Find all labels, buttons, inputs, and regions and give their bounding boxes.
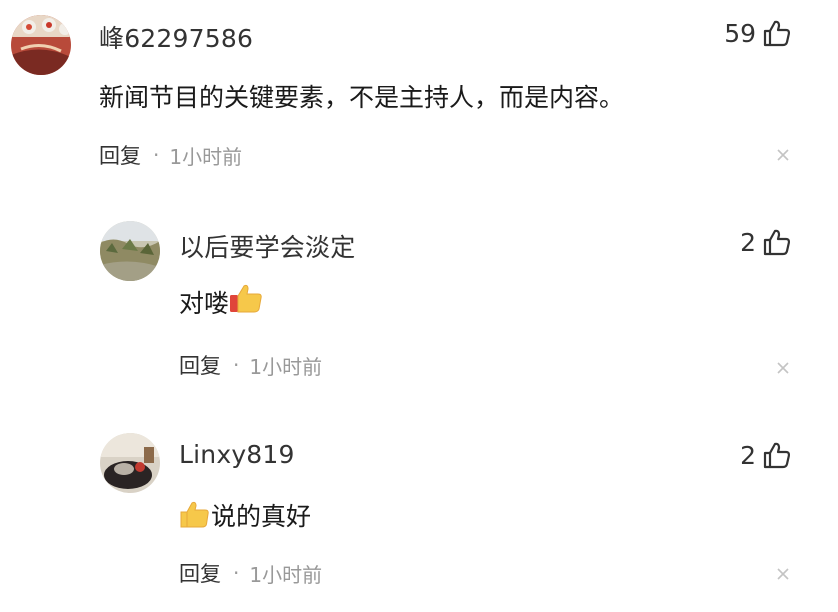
reply-username[interactable]: Linxy819 <box>179 440 295 469</box>
reply-content: 对喽 <box>179 282 265 320</box>
like-control[interactable]: 59 <box>724 18 792 48</box>
reply-button[interactable]: 回复 <box>99 140 141 170</box>
like-control[interactable]: 2 <box>740 440 792 470</box>
comment-content: 新闻节目的关键要素，不是主持人，而是内容。 <box>99 83 625 112</box>
comment-time: 1小时前 <box>169 144 243 169</box>
reply-meta: 回复 · 1小时前 <box>179 350 322 380</box>
close-icon[interactable] <box>776 361 790 375</box>
thumbs-up-emoji-icon <box>229 282 265 316</box>
reply-button[interactable]: 回复 <box>179 558 221 588</box>
thumb-up-icon[interactable] <box>762 440 792 470</box>
meta-separator: · <box>233 353 240 377</box>
reply-button[interactable]: 回复 <box>179 350 221 380</box>
reply-item: Linxy819 2 说的真好 回复 · 1小时前 <box>0 410 838 612</box>
close-icon[interactable] <box>776 148 790 162</box>
thumbs-up-emoji-icon <box>179 499 211 529</box>
reply-time: 1小时前 <box>249 354 323 379</box>
reply-content: 说的真好 <box>179 497 311 533</box>
meta-separator: · <box>153 143 160 167</box>
close-icon[interactable] <box>776 567 790 581</box>
comment-item: 峰62297586 59 新闻节目的关键要素，不是主持人，而是内容。 回复 · … <box>0 0 838 200</box>
avatar[interactable] <box>11 15 71 75</box>
like-count: 59 <box>724 18 756 48</box>
reply-content-text: 对喽 <box>179 289 230 318</box>
reply-username[interactable]: 以后要学会淡定 <box>179 228 355 264</box>
reply-item: 以后要学会淡定 2 对喽 回复 · 1小时前 <box>0 200 838 410</box>
like-count: 2 <box>740 440 756 470</box>
reply-time: 1小时前 <box>249 562 323 587</box>
thumb-up-icon[interactable] <box>762 227 792 257</box>
reply-meta: 回复 · 1小时前 <box>179 558 322 588</box>
like-control[interactable]: 2 <box>740 227 792 257</box>
thumb-up-icon[interactable] <box>762 18 792 48</box>
avatar[interactable] <box>100 221 160 281</box>
reply-content-text: 说的真好 <box>211 502 312 531</box>
meta-separator: · <box>233 561 240 585</box>
comment-meta: 回复 · 1小时前 <box>99 140 242 170</box>
comment-username[interactable]: 峰62297586 <box>99 19 253 55</box>
avatar[interactable] <box>100 433 160 493</box>
like-count: 2 <box>740 227 756 257</box>
